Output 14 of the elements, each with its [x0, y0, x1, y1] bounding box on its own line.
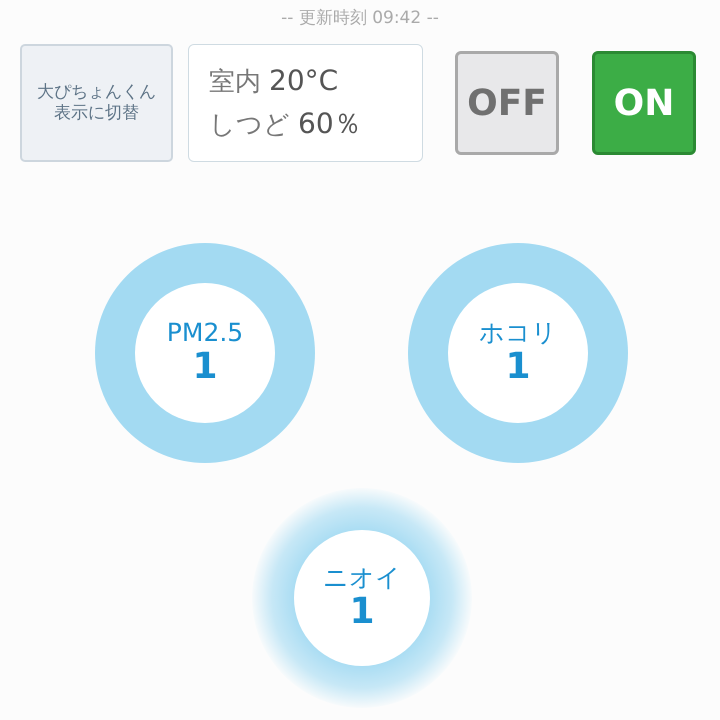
climate-label: しつど: [209, 108, 290, 142]
sensor-value: 1: [505, 346, 531, 387]
climate-value: 20°C: [269, 64, 338, 96]
climate-label: 室内: [209, 66, 261, 98]
view-switch-button[interactable]: 大ぴちょんくん表示に切替: [20, 44, 173, 162]
sensor-value: 1: [192, 346, 218, 387]
climate-value: 60％: [298, 106, 362, 142]
sensor-name: ホコリ: [479, 319, 557, 347]
sensor-value: 1: [349, 592, 375, 632]
update-time: -- 更新時刻 09:42 --: [280, 7, 440, 30]
power-button[interactable]: OFF: [455, 51, 559, 155]
sensor-name: PM2.5: [166, 319, 244, 347]
sensor-name: ニオイ: [323, 564, 401, 592]
power-button[interactable]: ON: [592, 51, 696, 155]
